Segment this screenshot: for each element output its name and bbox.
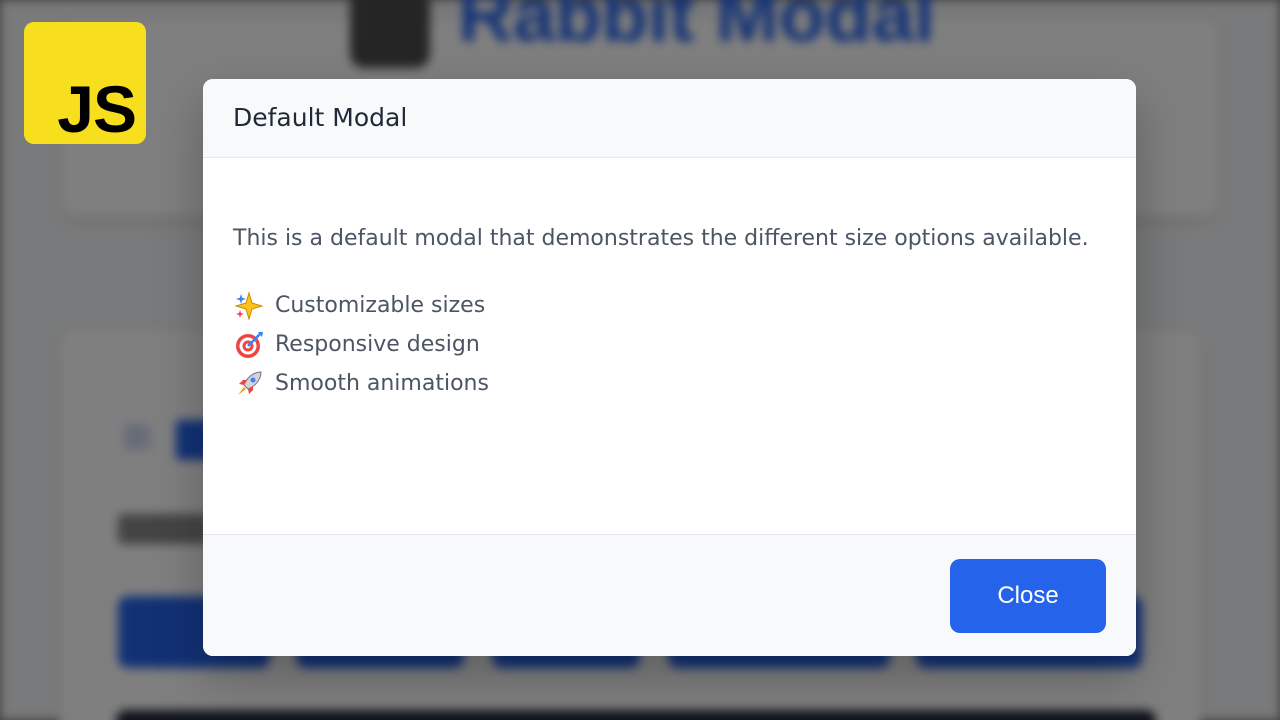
feature-list: Customizable sizes Responsive design Smo… [233, 286, 1113, 403]
modal-dialog: Default Modal This is a default modal th… [203, 79, 1136, 656]
list-item: Customizable sizes [233, 286, 1113, 325]
javascript-logo-icon: JS [24, 22, 146, 144]
javascript-logo-label: JS [57, 72, 137, 146]
sparkles-icon [233, 290, 265, 322]
modal-title: Default Modal [233, 103, 408, 132]
feature-label: Smooth animations [275, 371, 489, 396]
rocket-icon [233, 368, 265, 400]
modal-header: Default Modal [203, 79, 1136, 158]
modal-description: This is a default modal that demonstrate… [233, 226, 1089, 251]
target-icon [233, 329, 265, 361]
modal-footer: Close [203, 534, 1136, 656]
list-item: Smooth animations [233, 364, 1113, 403]
modal-body: This is a default modal that demonstrate… [233, 219, 1113, 403]
close-button[interactable]: Close [950, 559, 1106, 633]
list-item: Responsive design [233, 325, 1113, 364]
feature-label: Customizable sizes [275, 293, 486, 318]
feature-label: Responsive design [275, 332, 480, 357]
